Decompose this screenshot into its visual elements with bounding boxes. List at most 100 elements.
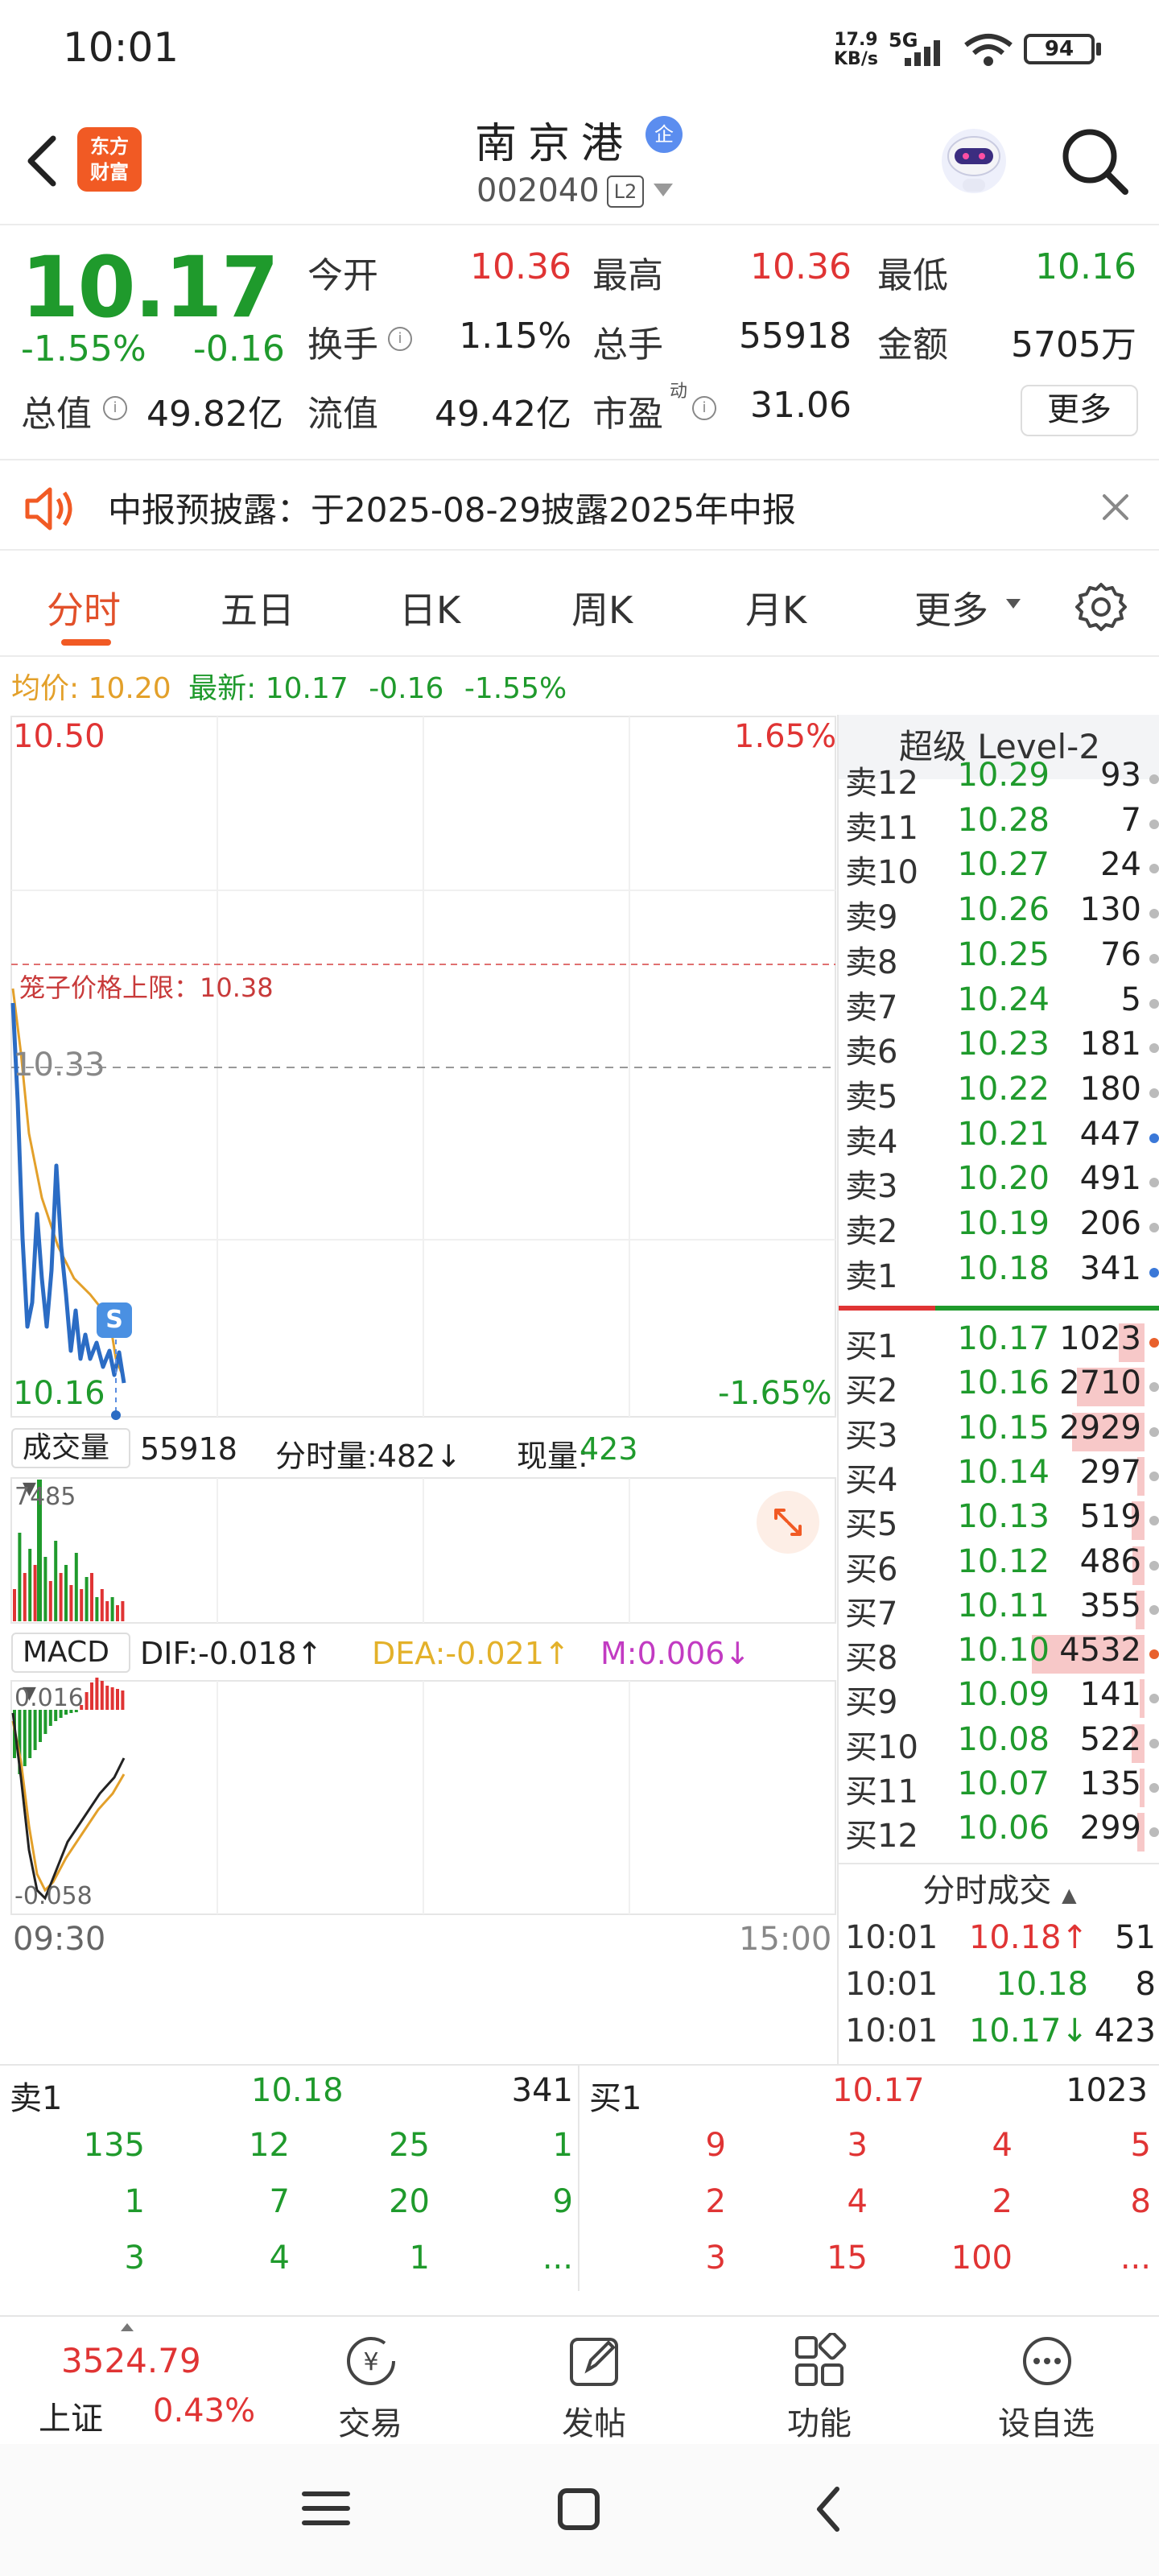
expand-icon[interactable] <box>757 1491 819 1554</box>
volume-bar <box>80 1589 84 1621</box>
queue-ask-cell: ... <box>542 2240 573 2277</box>
low-value: 10.16 <box>1035 246 1136 287</box>
ask-row[interactable]: 卖5 10.22 180 <box>839 1071 1159 1116</box>
bid-level: 买8 <box>845 1640 898 1678</box>
bid-row[interactable]: 买4 10.14 297 <box>839 1454 1159 1499</box>
tick-trades-title[interactable]: 分时成交 ▲ <box>839 1863 1159 1916</box>
menu-icon[interactable] <box>298 2484 354 2533</box>
ask-row[interactable]: 卖8 10.25 76 <box>839 936 1159 981</box>
tab-five-day[interactable]: 五日 <box>221 581 295 634</box>
dot-icon <box>1149 1133 1159 1143</box>
stock-header: 东方 财富 南京港 企 002040 L2 <box>0 97 1159 225</box>
bid-row[interactable]: 买3 10.15 2929 <box>839 1410 1159 1455</box>
volume-bar <box>23 1573 27 1621</box>
nav-post[interactable]: 发帖 <box>514 2317 674 2446</box>
volume-bar <box>33 1565 37 1621</box>
open-label: 今开 <box>307 255 378 296</box>
tab-weekly-k[interactable]: 周K <box>571 581 633 634</box>
notice-bar[interactable]: 中报预披露：于2025-08-29披露2025年中报 <box>0 462 1159 551</box>
ask-level: 卖9 <box>845 899 898 937</box>
volume-indicator-select[interactable]: 成交量 ▼ <box>11 1428 130 1499</box>
battery-icon: 94 <box>1024 34 1095 64</box>
bid-row[interactable]: 买7 10.11 355 <box>839 1587 1159 1633</box>
sell-marker-s[interactable]: S <box>97 1302 132 1338</box>
back-nav-icon[interactable] <box>808 2481 848 2537</box>
volume-bar <box>116 1605 119 1621</box>
nav-functions[interactable]: 功能 <box>739 2317 900 2446</box>
macd-indicator-select[interactable]: MACD ▼ <box>11 1633 130 1703</box>
ask-price: 10.19 <box>957 1205 1050 1242</box>
ask-row[interactable]: 卖11 10.28 7 <box>839 802 1159 847</box>
tick-volume: 51 <box>1115 1919 1156 1956</box>
close-icon[interactable] <box>1099 491 1132 523</box>
tab-intraday[interactable]: 分时 <box>47 581 121 634</box>
bid-row[interactable]: 买12 10.06 299 <box>839 1810 1159 1855</box>
ask-row[interactable]: 卖12 10.29 93 <box>839 757 1159 802</box>
bid-row[interactable]: 买10 10.08 522 <box>839 1721 1159 1766</box>
tick-price: 10.18↑ <box>968 1919 1088 1956</box>
dot-icon <box>1149 1471 1159 1481</box>
ask-volume: 341 <box>1079 1249 1141 1287</box>
queue-bid-cell: 5 <box>1130 2127 1151 2164</box>
bid-row[interactable]: 买6 10.12 486 <box>839 1543 1159 1588</box>
bid-row[interactable]: 买2 10.16 2710 <box>839 1364 1159 1410</box>
amount-label: 金额 <box>877 324 948 365</box>
battery-tip <box>1096 43 1101 56</box>
bid-row[interactable]: 买1 10.17 1023 <box>839 1320 1159 1365</box>
ask-row[interactable]: 卖7 10.24 5 <box>839 981 1159 1026</box>
queue-ask-cell: 12 <box>249 2127 290 2164</box>
dot-icon <box>1149 1694 1159 1704</box>
info-icon[interactable]: i <box>692 396 716 420</box>
back-arrow-icon[interactable] <box>19 129 68 193</box>
ask-row[interactable]: 卖9 10.26 130 <box>839 891 1159 936</box>
bid-row[interactable]: 买11 10.07 135 <box>839 1765 1159 1810</box>
cage-price-limit: 笼子价格上限：10.38 <box>19 972 274 1003</box>
home-icon[interactable] <box>552 2484 605 2533</box>
intraday-chart[interactable]: 10.50 1.65% 笼子价格上限：10.38 10.33 S 10.16 -… <box>10 715 837 2064</box>
low-label: 最低 <box>877 255 948 296</box>
queue-ask-cell: 3 <box>124 2240 145 2277</box>
tab-daily-k[interactable]: 日K <box>399 581 460 634</box>
change-percent: -1.55% <box>21 328 146 369</box>
ask-row[interactable]: 卖10 10.27 24 <box>839 846 1159 891</box>
tab-monthly-k[interactable]: 月K <box>745 581 806 634</box>
bid-row[interactable]: 买9 10.09 141 <box>839 1676 1159 1721</box>
search-icon[interactable] <box>1054 121 1135 201</box>
ask-price: 10.29 <box>957 757 1050 794</box>
ask-row[interactable]: 卖4 10.21 447 <box>839 1116 1159 1161</box>
ask-row[interactable]: 卖2 10.19 206 <box>839 1205 1159 1250</box>
stock-code[interactable]: 002040 <box>476 172 600 209</box>
bid-level: 买12 <box>845 1818 918 1856</box>
latest-change: -0.16 <box>369 672 444 705</box>
queue-ask-cell: 9 <box>552 2183 573 2220</box>
index-ticker[interactable]: 3524.79 上证 0.43% <box>0 2317 266 2446</box>
bid-row[interactable]: 买5 10.13 519 <box>839 1498 1159 1543</box>
bid-price: 10.12 <box>957 1542 1050 1580</box>
nav-trade[interactable]: ¥ 交易 <box>290 2317 451 2446</box>
queue-bid-cell: ... <box>1120 2240 1151 2277</box>
float-label: 流值 <box>307 394 378 435</box>
info-icon[interactable]: i <box>103 396 127 420</box>
info-icon[interactable]: i <box>388 327 412 351</box>
robot-assistant-icon[interactable] <box>934 119 1014 200</box>
ask-row[interactable]: 卖3 10.20 491 <box>839 1160 1159 1205</box>
bid-volume: 299 <box>1079 1810 1141 1847</box>
bid-volume: 297 <box>1079 1453 1141 1491</box>
settings-gear-icon[interactable] <box>1075 581 1127 633</box>
queue-ask-cell: 1 <box>409 2240 430 2277</box>
chevron-down-icon[interactable] <box>654 184 673 196</box>
ask-level: 卖2 <box>845 1213 898 1250</box>
caret-up-icon <box>121 2323 134 2331</box>
bid-row[interactable]: 买8 10.10 4532 <box>839 1632 1159 1677</box>
nav-add-watchlist[interactable]: 设自选 <box>966 2317 1127 2446</box>
more-button[interactable]: 更多 <box>1021 385 1138 436</box>
caret-down-icon <box>1006 599 1021 609</box>
volume-bar <box>43 1557 47 1621</box>
ask-row[interactable]: 卖1 10.18 341 <box>839 1250 1159 1295</box>
volume-bar <box>110 1597 114 1621</box>
queue-ask-cell: 7 <box>269 2183 290 2220</box>
ask-row[interactable]: 卖6 10.23 181 <box>839 1026 1159 1071</box>
latest-value: 10.17 <box>265 672 349 705</box>
tab-more[interactable]: 更多 <box>914 581 988 634</box>
ask-volume: 447 <box>1079 1115 1141 1153</box>
